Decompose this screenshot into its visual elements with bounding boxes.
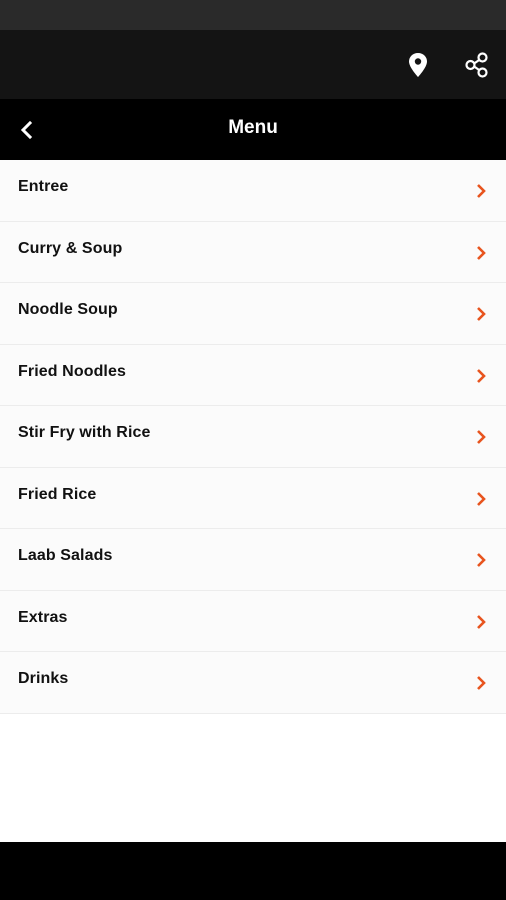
menu-item-label: Extras <box>18 608 68 626</box>
chevron-right-icon <box>477 245 486 260</box>
menu-item-label: Curry & Soup <box>18 239 123 257</box>
chevron-right-icon <box>477 491 486 506</box>
status-bar <box>0 0 506 30</box>
title-bar: Menu <box>0 99 506 160</box>
share-button[interactable] <box>462 50 492 80</box>
menu-item-drinks[interactable]: Drinks <box>0 652 506 714</box>
chevron-right-icon <box>477 184 486 198</box>
top-app-bar <box>0 30 506 99</box>
menu-item-noodle-soup[interactable]: Noodle Soup <box>0 283 506 345</box>
bottom-navigation-bar <box>0 842 506 900</box>
back-button[interactable] <box>12 115 42 145</box>
chevron-right-icon <box>477 430 486 444</box>
menu-item-fried-rice[interactable]: Fried Rice <box>0 467 506 529</box>
location-pin-icon <box>409 53 427 77</box>
back-arrow-icon <box>20 121 33 139</box>
menu-item-stir-fry-with-rice[interactable]: Stir Fry with Rice <box>0 406 506 468</box>
menu-item-label: Stir Fry with Rice <box>18 424 151 441</box>
chevron-right-icon <box>477 368 486 383</box>
page-title: Menu <box>228 117 278 138</box>
chevron-right-icon <box>477 614 486 629</box>
share-icon <box>465 52 488 78</box>
menu-item-extras[interactable]: Extras <box>0 590 506 652</box>
menu-item-laab-salads[interactable]: Laab Salads <box>0 529 506 591</box>
menu-item-label: Drinks <box>18 670 69 687</box>
menu-item-label: Fried Rice <box>18 485 97 503</box>
location-button[interactable] <box>403 50 433 80</box>
menu-item-entree[interactable]: Entree <box>0 160 506 222</box>
menu-item-label: Noodle Soup <box>18 301 118 318</box>
menu-category-list: Entree Curry & Soup Noodle Soup Fried No… <box>0 160 506 714</box>
chevron-right-icon <box>477 553 486 567</box>
menu-item-curry-soup[interactable]: Curry & Soup <box>0 221 506 283</box>
menu-item-label: Laab Salads <box>18 547 113 564</box>
menu-item-fried-noodles[interactable]: Fried Noodles <box>0 344 506 406</box>
menu-item-label: Entree <box>18 178 69 195</box>
chevron-right-icon <box>477 676 486 690</box>
menu-item-label: Fried Noodles <box>18 362 126 380</box>
chevron-right-icon <box>477 307 486 321</box>
